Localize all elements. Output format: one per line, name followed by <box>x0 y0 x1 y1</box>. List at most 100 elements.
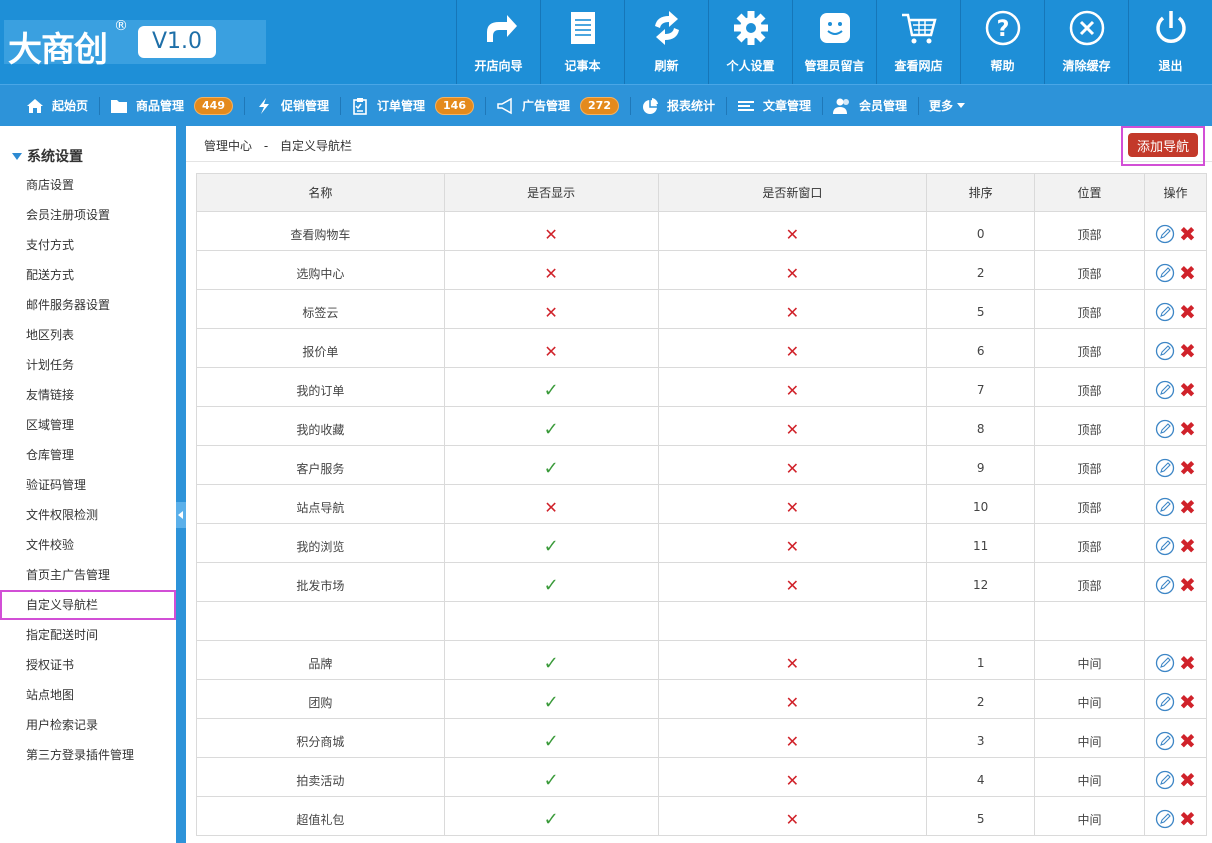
nav-item-3[interactable]: 促销管理 <box>255 85 342 127</box>
cross-icon[interactable]: ✕ <box>786 225 799 244</box>
sidebar-menu-item[interactable]: 商店设置 <box>0 170 176 200</box>
collapse-sidebar-handle[interactable] <box>176 502 186 528</box>
check-icon[interactable]: ✓ <box>544 770 559 791</box>
edit-icon[interactable] <box>1155 692 1175 712</box>
edit-icon[interactable] <box>1155 419 1175 439</box>
check-icon[interactable]: ✓ <box>544 809 559 830</box>
cross-icon[interactable]: ✕ <box>544 342 557 361</box>
delete-icon[interactable]: ✖ <box>1179 263 1196 283</box>
sidebar-menu-item[interactable]: 地区列表 <box>0 320 176 350</box>
sidebar-menu-item[interactable]: 首页主广告管理 <box>0 560 176 590</box>
delete-icon[interactable]: ✖ <box>1179 731 1196 751</box>
check-icon[interactable]: ✓ <box>544 692 559 713</box>
toolbar-power-button[interactable]: 退出 <box>1128 0 1212 84</box>
toolbar-refresh-button[interactable]: 刷新 <box>624 0 708 84</box>
cross-icon[interactable]: ✕ <box>786 810 799 829</box>
sidebar-menu-item[interactable]: 区域管理 <box>0 410 176 440</box>
sidebar-menu-item[interactable]: 自定义导航栏 <box>0 590 176 620</box>
edit-icon[interactable] <box>1155 653 1175 673</box>
toolbar-share-arrow-button[interactable]: 开店向导 <box>456 0 540 84</box>
cross-icon[interactable]: ✕ <box>786 771 799 790</box>
cross-icon[interactable]: ✕ <box>786 342 799 361</box>
delete-icon[interactable]: ✖ <box>1179 770 1196 790</box>
delete-icon[interactable]: ✖ <box>1179 497 1196 517</box>
nav-item-5[interactable]: 广告管理 272 <box>496 85 631 127</box>
toolbar-help-button[interactable]: ? 帮助 <box>960 0 1044 84</box>
sidebar-menu-item[interactable]: 指定配送时间 <box>0 620 176 650</box>
cross-icon[interactable]: ✕ <box>544 225 557 244</box>
sidebar-menu-item[interactable]: 邮件服务器设置 <box>0 290 176 320</box>
nav-item-9[interactable]: 更多 <box>929 85 977 127</box>
add-navigation-button[interactable]: 添加导航 <box>1128 133 1198 157</box>
check-icon[interactable]: ✓ <box>544 419 559 440</box>
delete-icon[interactable]: ✖ <box>1179 380 1196 400</box>
cross-icon[interactable]: ✕ <box>786 654 799 673</box>
sidebar-menu-item[interactable]: 文件权限检测 <box>0 500 176 530</box>
edit-icon[interactable] <box>1155 458 1175 478</box>
delete-icon[interactable]: ✖ <box>1179 809 1196 829</box>
cross-icon[interactable]: ✕ <box>786 498 799 517</box>
delete-icon[interactable]: ✖ <box>1179 653 1196 673</box>
cross-icon[interactable]: ✕ <box>786 420 799 439</box>
sidebar-section-title[interactable]: 系统设置 <box>12 146 83 166</box>
sidebar-menu-item[interactable]: 文件校验 <box>0 530 176 560</box>
delete-icon[interactable]: ✖ <box>1179 224 1196 244</box>
check-icon[interactable]: ✓ <box>544 731 559 752</box>
sidebar-menu-item[interactable]: 用户检索记录 <box>0 710 176 740</box>
toolbar-cart-button[interactable]: 查看网店 <box>876 0 960 84</box>
cross-icon[interactable]: ✕ <box>786 732 799 751</box>
nav-item-7[interactable]: 文章管理 <box>737 85 824 127</box>
cross-icon[interactable]: ✕ <box>786 459 799 478</box>
nav-item-6[interactable]: 报表统计 <box>641 85 728 127</box>
sidebar-menu-item[interactable]: 站点地图 <box>0 680 176 710</box>
cross-icon[interactable]: ✕ <box>544 264 557 283</box>
sidebar-menu-item[interactable]: 验证码管理 <box>0 470 176 500</box>
edit-icon[interactable] <box>1155 809 1175 829</box>
cross-icon[interactable]: ✕ <box>544 498 557 517</box>
edit-icon[interactable] <box>1155 497 1175 517</box>
breadcrumb-root[interactable]: 管理中心 <box>204 139 252 153</box>
toolbar-notebook-button[interactable]: 记事本 <box>540 0 624 84</box>
toolbar-clear-button[interactable]: 清除缓存 <box>1044 0 1128 84</box>
edit-icon[interactable] <box>1155 536 1175 556</box>
check-icon[interactable]: ✓ <box>544 458 559 479</box>
delete-icon[interactable]: ✖ <box>1179 692 1196 712</box>
sidebar-menu-item[interactable]: 友情链接 <box>0 380 176 410</box>
nav-item-4[interactable]: 订单管理 146 <box>351 85 486 127</box>
delete-icon[interactable]: ✖ <box>1179 302 1196 322</box>
delete-icon[interactable]: ✖ <box>1179 419 1196 439</box>
cross-icon[interactable]: ✕ <box>786 537 799 556</box>
cross-icon[interactable]: ✕ <box>786 576 799 595</box>
cross-icon[interactable]: ✕ <box>786 381 799 400</box>
sidebar-menu-item[interactable]: 授权证书 <box>0 650 176 680</box>
delete-icon[interactable]: ✖ <box>1179 341 1196 361</box>
cross-icon[interactable]: ✕ <box>786 264 799 283</box>
sidebar-menu-item[interactable]: 会员注册项设置 <box>0 200 176 230</box>
delete-icon[interactable]: ✖ <box>1179 575 1196 595</box>
check-icon[interactable]: ✓ <box>544 380 559 401</box>
nav-item-2[interactable]: 商品管理 449 <box>110 85 245 127</box>
edit-icon[interactable] <box>1155 770 1175 790</box>
delete-icon[interactable]: ✖ <box>1179 458 1196 478</box>
sidebar-menu-item[interactable]: 配送方式 <box>0 260 176 290</box>
edit-icon[interactable] <box>1155 224 1175 244</box>
edit-icon[interactable] <box>1155 263 1175 283</box>
sidebar-menu-item[interactable]: 第三方登录插件管理 <box>0 740 176 770</box>
nav-item-1[interactable]: 起始页 <box>26 85 101 127</box>
sidebar-menu-item[interactable]: 计划任务 <box>0 350 176 380</box>
check-icon[interactable]: ✓ <box>544 575 559 596</box>
sidebar-menu-item[interactable]: 仓库管理 <box>0 440 176 470</box>
edit-icon[interactable] <box>1155 302 1175 322</box>
toolbar-chat-button[interactable]: 管理员留言 <box>792 0 876 84</box>
cross-icon[interactable]: ✕ <box>786 303 799 322</box>
toolbar-gear-button[interactable]: 个人设置 <box>708 0 792 84</box>
edit-icon[interactable] <box>1155 341 1175 361</box>
cross-icon[interactable]: ✕ <box>544 303 557 322</box>
nav-item-8[interactable]: 会员管理 <box>833 85 920 127</box>
check-icon[interactable]: ✓ <box>544 653 559 674</box>
sidebar-splitter[interactable] <box>176 126 186 843</box>
edit-icon[interactable] <box>1155 575 1175 595</box>
check-icon[interactable]: ✓ <box>544 536 559 557</box>
edit-icon[interactable] <box>1155 731 1175 751</box>
cross-icon[interactable]: ✕ <box>786 693 799 712</box>
